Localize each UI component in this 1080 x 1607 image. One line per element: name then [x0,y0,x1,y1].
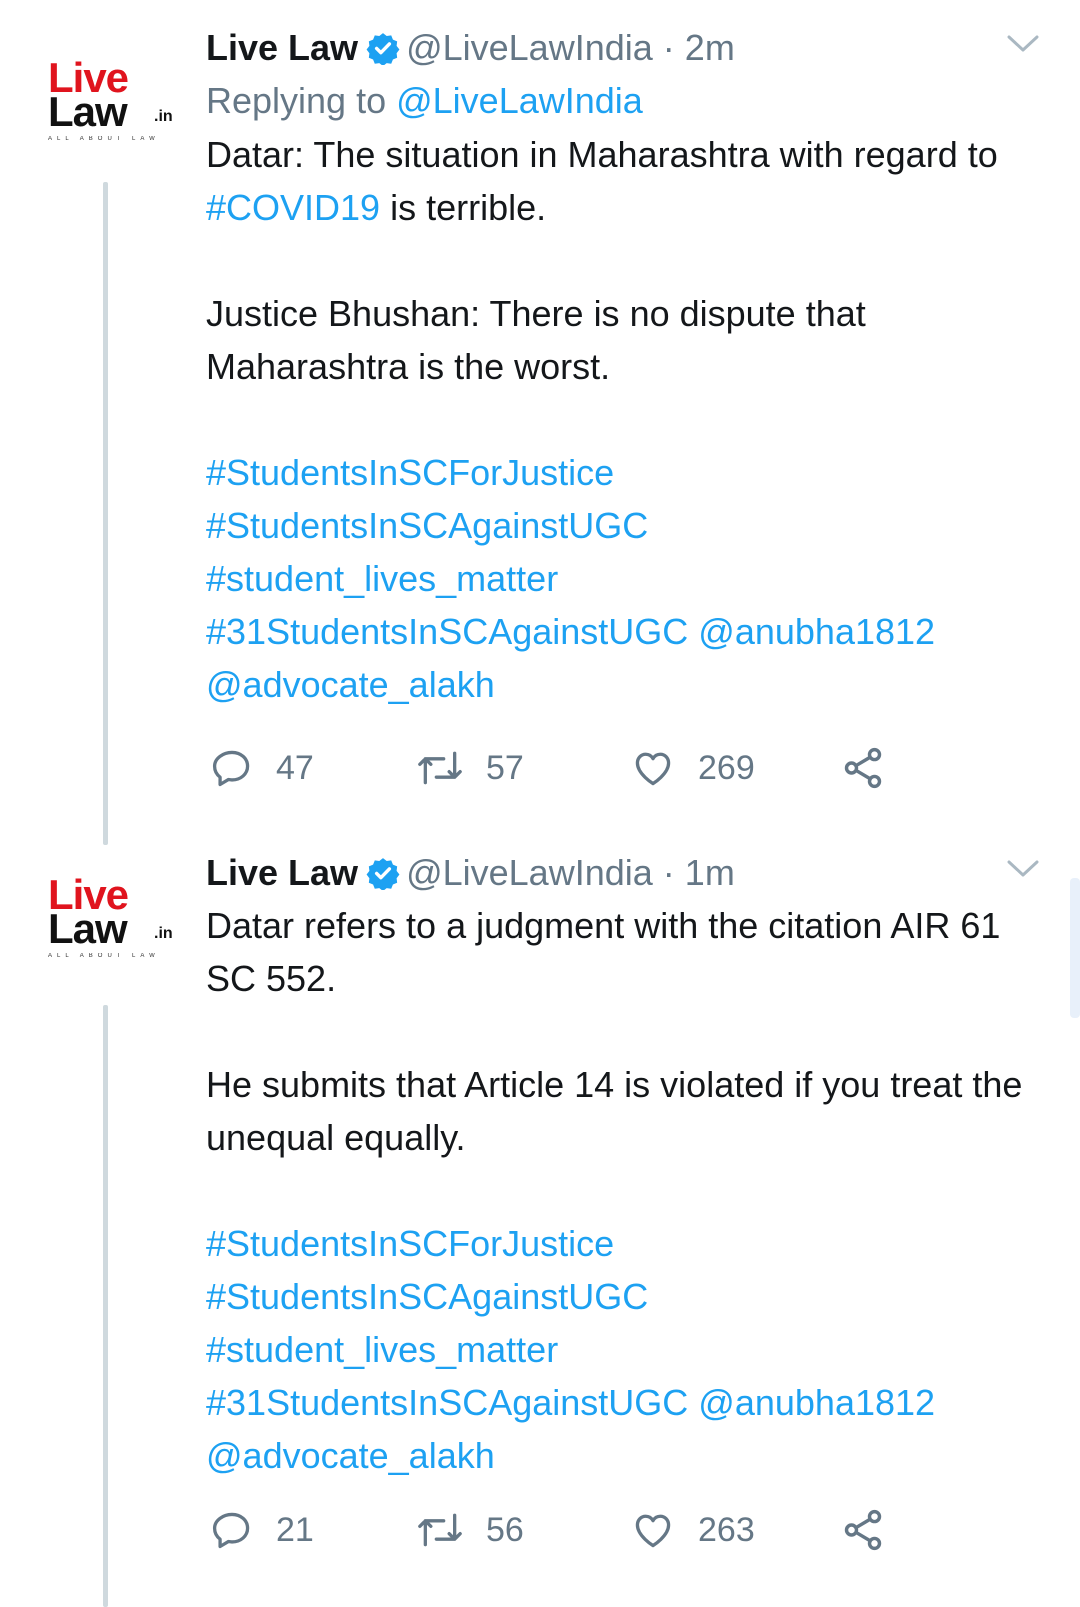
mention-link[interactable]: @advocate_alakh [206,658,1050,711]
share-button[interactable] [840,1500,908,1560]
replying-to-line: Replying to @LiveLawIndia [206,74,1050,128]
heart-icon [635,1514,671,1548]
hashtag-link[interactable]: #31StudentsInSCAgainstUGC [206,611,688,652]
author-handle[interactable]: @LiveLawIndia [406,27,653,68]
author-handle[interactable]: @LiveLawIndia [406,852,653,893]
reply-button[interactable]: 21 [210,1500,314,1560]
tweet-actions: 21 56 263 [206,1500,906,1560]
retweet-count: 57 [486,748,524,787]
hashtag-link[interactable]: #StudentsInSCForJustice [206,446,1050,499]
share-icon [844,747,882,789]
hashtag-link[interactable]: #student_lives_matter [206,552,1050,605]
like-button[interactable]: 269 [630,738,755,798]
timestamp[interactable]: 1m [685,852,735,893]
tweet-body: Datar refers to a judgment with the cita… [206,899,1050,1482]
chevron-down-icon[interactable] [1006,857,1040,881]
tweet-paragraph: He submits that Article 14 is violated i… [206,1064,1023,1158]
reply-button[interactable]: 47 [210,738,314,798]
author-name[interactable]: Live Law [206,852,358,893]
tweet-header: Live Law @LiveLawIndia · 1m [206,847,1050,899]
reply-handle-link[interactable]: @LiveLawIndia [396,80,643,121]
logo-tagline: ALL ABOUT LAW [48,953,160,959]
mention-link[interactable]: @anubha1812 [698,1382,935,1423]
hashtag-link[interactable]: #StudentsInSCAgainstUGC [206,1270,1050,1323]
tweet[interactable]: Live Law .in ALL ABOUT LAW Live Law @Live… [0,845,1080,1607]
heart-icon [635,752,671,786]
reply-icon [212,750,250,787]
hashtag-link[interactable]: #student_lives_matter [206,1323,1050,1376]
retweet-icon [418,1513,462,1547]
tweet-paragraph: Datar: The situation in Maharashtra with… [206,128,1050,234]
retweet-icon [418,751,462,785]
tweet-content: Live Law @LiveLawIndia · 1m Datar refers … [206,847,1050,1482]
tweet-text: is terrible. [380,187,547,228]
timestamp[interactable]: 2m [685,27,735,68]
like-count: 263 [698,1510,755,1549]
retweet-button[interactable]: 56 [416,1500,524,1560]
retweet-button[interactable]: 57 [416,738,524,798]
tweet-content: Live Law @LiveLawIndia · 2m Replying to @… [206,22,1050,711]
retweet-count: 56 [486,1510,524,1549]
hashtag-link[interactable]: #31StudentsInSCAgainstUGC [206,1382,688,1423]
tweet-actions: 47 57 269 [206,738,906,798]
scrollbar[interactable] [1070,878,1080,1018]
verified-badge-icon [366,858,400,890]
hashtag-link[interactable]: #COVID19 [206,187,380,228]
reply-count: 21 [276,1510,314,1549]
reply-icon [212,1512,250,1549]
share-button[interactable] [840,738,908,798]
tweet-paragraph: Datar refers to a judgment with the cita… [206,905,1001,999]
avatar[interactable]: Live Law .in ALL ABOUT LAW [42,857,174,997]
logo-suffix: .in [154,925,173,942]
replying-to-label: Replying to [206,80,397,121]
separator-dot: · [662,27,675,68]
share-icon [844,1509,882,1551]
logo-suffix: .in [154,108,173,125]
hashtag-link[interactable]: #StudentsInSCAgainstUGC [206,499,1050,552]
like-button[interactable]: 263 [630,1500,755,1560]
mention-link[interactable]: @advocate_alakh [206,1429,1050,1482]
hashtag-link[interactable]: #StudentsInSCForJustice [206,1217,1050,1270]
separator-dot: · [662,852,675,893]
verified-badge-icon [366,33,400,65]
logo-word-law: Law [48,905,128,952]
thread-line [103,182,108,845]
tweet-paragraph: Justice Bhushan: There is no dispute tha… [206,293,866,387]
tweet-header: Live Law @LiveLawIndia · 2m [206,22,1050,74]
logo-word-law: Law [48,88,128,135]
tweet-body: Datar: The situation in Maharashtra with… [206,128,1050,711]
tweet-text: Datar: The situation in Maharashtra with… [206,134,998,175]
avatar[interactable]: Live Law .in ALL ABOUT LAW [42,40,174,180]
tweet[interactable]: Live Law .in ALL ABOUT LAW Live Law @Live… [0,0,1080,845]
chevron-down-icon[interactable] [1006,32,1040,56]
reply-count: 47 [276,748,314,787]
logo-tagline: ALL ABOUT LAW [48,136,160,142]
author-name[interactable]: Live Law [206,27,358,68]
thread-line [103,1005,108,1607]
mention-link[interactable]: @anubha1812 [698,611,935,652]
like-count: 269 [698,748,755,787]
